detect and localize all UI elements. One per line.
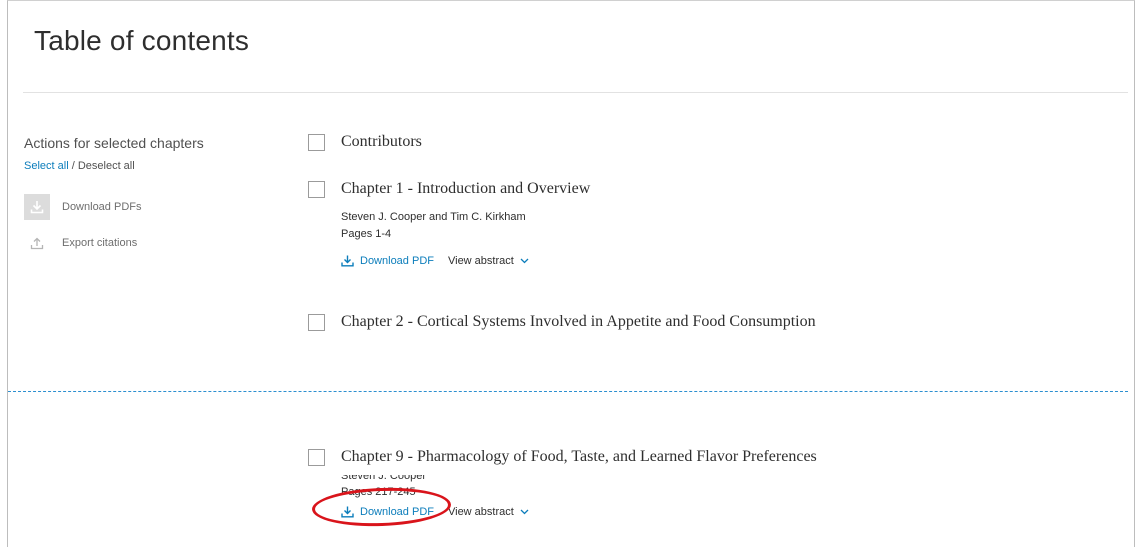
chapter-checkbox[interactable] [308,180,325,198]
deselect-all-link[interactable]: Deselect all [78,160,135,172]
download-icon [24,194,50,220]
chapter-pages: Pages 217-245 [341,486,416,498]
chapter-item: Chapter 2 - Cortical Systems Involved in… [308,313,1124,331]
view-abstract-label: View abstract [447,255,514,267]
chapter-checkbox[interactable] [308,133,325,151]
view-abstract-toggle[interactable]: View abstract [448,255,529,267]
download-pdf-label: Download PDF [360,255,434,267]
toc-panel: Table of contents Actions for selected c… [7,0,1135,547]
chevron-down-icon [520,258,529,264]
chapter-checkbox[interactable] [308,313,325,331]
export-citations-button[interactable]: Export citations [24,236,137,250]
chevron-down-icon [520,509,529,515]
actions-heading: Actions for selected chapters [24,135,204,151]
select-all-link[interactable]: Select all [24,160,69,172]
view-abstract-toggle[interactable]: View abstract [448,506,529,518]
chapter-item: Contributors [308,133,1124,151]
download-pdfs-label: Download PDFs [62,201,142,213]
view-abstract-label: View abstract [447,506,514,518]
chapter-item: Chapter 1 - Introduction and Overview St… [308,180,1124,267]
title-divider [23,92,1128,93]
download-icon [341,506,354,518]
download-icon [341,255,354,267]
download-pdf-label: Download PDF [360,506,434,518]
chapter-title[interactable]: Chapter 1 - Introduction and Overview [341,180,590,198]
download-pdf-link[interactable]: Download PDF [341,255,434,267]
chapter-title[interactable]: Chapter 2 - Cortical Systems Involved in… [341,313,816,331]
download-pdfs-button[interactable]: Download PDFs [24,194,141,220]
chapter-title[interactable]: Chapter 9 - Pharmacology of Food, Taste,… [341,448,817,466]
chapter-authors: Steven J. Cooper [341,475,426,482]
chapter-title[interactable]: Contributors [341,133,422,151]
download-pdf-link[interactable]: Download PDF [341,506,434,518]
chapter-pages: Pages 1-4 [341,228,392,240]
chapter-checkbox[interactable] [308,448,325,466]
chapter-authors-clipped: Steven J. Cooper [341,475,1124,484]
chapter-authors: Steven J. Cooper and Tim C. Kirkham [341,211,526,223]
page-title: Table of contents [34,25,250,56]
chapter-item: Chapter 9 - Pharmacology of Food, Taste,… [308,448,1124,518]
section-break-divider [8,391,1128,392]
select-controls: Select all / Deselect all [24,160,135,172]
export-citations-label: Export citations [62,237,138,249]
export-icon [24,236,50,250]
